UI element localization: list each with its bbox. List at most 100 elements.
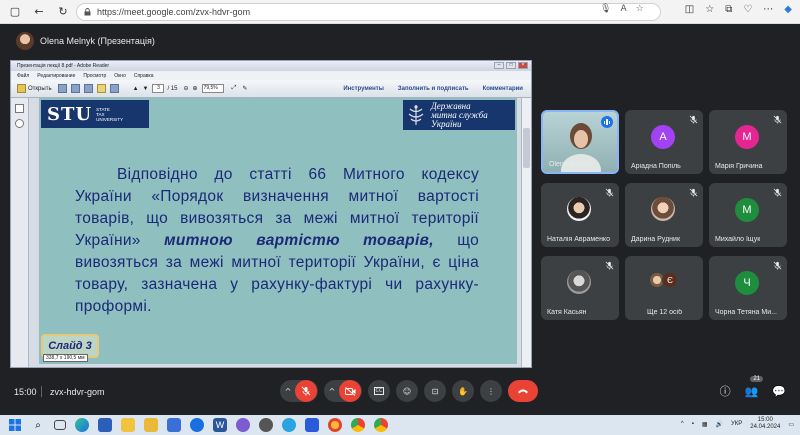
more-vert-icon: ⋮ — [487, 386, 495, 396]
raise-hand-button[interactable]: ✋ — [452, 380, 474, 402]
email-icon[interactable] — [83, 84, 93, 93]
chrome-icon-2[interactable] — [374, 418, 388, 432]
scroll-thumb[interactable] — [523, 128, 530, 168]
participant-tile[interactable]: М Марія Гричина — [709, 110, 787, 174]
copilot-icon[interactable]: ◆ — [784, 4, 792, 15]
more-icon[interactable]: ⋯ — [763, 4, 773, 15]
tab-actions-icon[interactable]: ▢ — [6, 3, 24, 21]
participant-tile[interactable]: Катя Касьян — [541, 256, 619, 320]
collections-icon[interactable]: ⧉ — [725, 4, 732, 15]
zoom-out-icon[interactable]: ⊖ — [184, 85, 189, 92]
open-button[interactable]: Открыть — [17, 84, 52, 93]
participant-tile[interactable]: А Аріадна Попіль — [625, 110, 703, 174]
save-icon[interactable] — [57, 84, 67, 93]
reactions-button[interactable]: ☺ — [396, 380, 418, 402]
fit-icon[interactable] — [109, 84, 119, 93]
leave-call-button[interactable] — [508, 380, 538, 402]
menu-view[interactable]: Просмотр — [83, 73, 106, 79]
fill-sign-link[interactable]: Заполнить и подписать — [398, 86, 469, 92]
participant-name: Наталія Авраменко — [547, 236, 610, 243]
captions-button[interactable]: CC — [368, 380, 390, 402]
participant-tile[interactable]: Olena Melnyk — [541, 110, 619, 174]
task-view-icon[interactable] — [54, 420, 66, 430]
volume-icon[interactable]: 🔊 — [716, 421, 723, 428]
favorites-icon[interactable]: ☆ — [705, 4, 714, 15]
tray-chevron-icon[interactable]: ^ — [681, 421, 684, 427]
tray-app-icon[interactable]: ▪ — [692, 421, 694, 427]
comments-link[interactable]: Комментарии — [483, 86, 523, 92]
firefox-icon[interactable] — [328, 418, 342, 432]
present-button[interactable]: ⊡ — [424, 380, 446, 402]
participant-tile[interactable]: Ч Чорна Тетяна Ми... — [709, 256, 787, 320]
os-taskbar: ⌕ W ^ ▪ ▦ 🔊 УКР 15:00 24.04.2024 ▭ — [0, 415, 800, 435]
chat-icon[interactable]: 💬 — [772, 385, 786, 398]
hand-icon: ✋ — [458, 386, 468, 396]
comment-icon[interactable] — [96, 84, 106, 93]
page-down-icon[interactable]: ▼ — [143, 86, 149, 92]
page-input[interactable]: 3 — [152, 84, 165, 93]
language-indicator[interactable]: УКР — [731, 421, 742, 427]
read-aloud-icon[interactable]: A — [620, 4, 626, 14]
present-icon: ⊡ — [431, 386, 439, 396]
customs-logo: Державна митна служба України — [403, 100, 515, 130]
participant-tile[interactable]: М Михайло Іщук — [709, 183, 787, 247]
zoom-select[interactable]: 79,5% — [201, 84, 224, 93]
store-icon[interactable] — [98, 418, 112, 432]
people-icon[interactable]: 👥 — [745, 385, 759, 398]
page-up-icon[interactable]: ▲ — [133, 86, 139, 92]
video-app-icon[interactable] — [167, 418, 181, 432]
windows-start-icon[interactable] — [8, 418, 22, 432]
participant-tile[interactable]: Наталія Авраменко — [541, 183, 619, 247]
back-icon[interactable]: ← — [30, 3, 48, 21]
search-icon[interactable]: ⌕ — [31, 418, 45, 432]
zoom-in-icon[interactable]: ⊕ — [193, 85, 198, 92]
tools-panel-link[interactable]: Инструменты — [343, 86, 384, 92]
camera-options-icon[interactable]: ^ — [325, 387, 339, 396]
camera-toggle-button[interactable] — [339, 380, 361, 402]
attachments-icon[interactable] — [15, 119, 24, 128]
mic-off-icon — [301, 386, 311, 396]
word-icon[interactable]: W — [213, 418, 227, 432]
chrome-icon[interactable] — [351, 418, 365, 432]
browser-essentials-icon[interactable]: ♡ — [743, 4, 752, 15]
menu-window[interactable]: Окно — [114, 73, 126, 79]
more-participants-tile[interactable]: Є Ще 12 осіб — [625, 256, 703, 320]
teamviewer-icon[interactable] — [190, 418, 204, 432]
explorer-icon-2[interactable] — [144, 418, 158, 432]
pages-icon[interactable] — [15, 104, 24, 113]
mic-options-icon[interactable]: ^ — [281, 387, 295, 396]
close-button[interactable]: × — [518, 62, 528, 69]
meeting-time: 15:00 — [14, 387, 37, 397]
meet-header: Olena Melnyk (Презентація) — [0, 24, 800, 58]
favorite-icon[interactable]: ☆ — [636, 4, 644, 14]
more-options-button[interactable]: ⋮ — [480, 380, 502, 402]
menu-file[interactable]: Файл — [17, 73, 29, 79]
open-label: Открыть — [28, 85, 52, 92]
photos-icon[interactable] — [305, 418, 319, 432]
app-icon[interactable] — [259, 418, 273, 432]
notifications-icon[interactable]: ▭ — [788, 421, 794, 428]
read-mode-icon[interactable]: ✎ — [242, 85, 247, 92]
print-icon[interactable] — [70, 84, 80, 93]
menu-help[interactable]: Справка — [134, 73, 154, 79]
system-clock[interactable]: 15:00 24.04.2024 — [750, 417, 780, 431]
telegram-icon[interactable] — [282, 418, 296, 432]
address-bar[interactable]: https://meet.google.com/zvx-hdvr-gom — [76, 3, 661, 21]
maximize-button[interactable]: □ — [506, 62, 516, 69]
viber-icon[interactable] — [236, 418, 250, 432]
camera-control: ^ — [324, 380, 362, 402]
mic-permission-icon[interactable]: 🎙 — [600, 4, 611, 14]
meeting-info-icon[interactable]: ⓘ — [720, 383, 731, 399]
split-screen-icon[interactable]: ◫ — [685, 4, 694, 15]
network-icon[interactable]: ▦ — [702, 421, 708, 428]
refresh-icon[interactable]: ↻ — [54, 3, 72, 21]
menu-edit[interactable]: Редактирование — [37, 73, 75, 79]
more-avatars: Є — [649, 272, 678, 288]
edge-icon[interactable] — [75, 418, 89, 432]
reader-scrollbar[interactable] — [521, 98, 531, 367]
minimize-button[interactable]: – — [494, 62, 504, 69]
participant-tile[interactable]: Дарина Рудник — [625, 183, 703, 247]
mic-toggle-button[interactable] — [295, 380, 317, 402]
explorer-icon[interactable] — [121, 418, 135, 432]
fit-page-icon[interactable]: ⤢ — [232, 85, 237, 92]
